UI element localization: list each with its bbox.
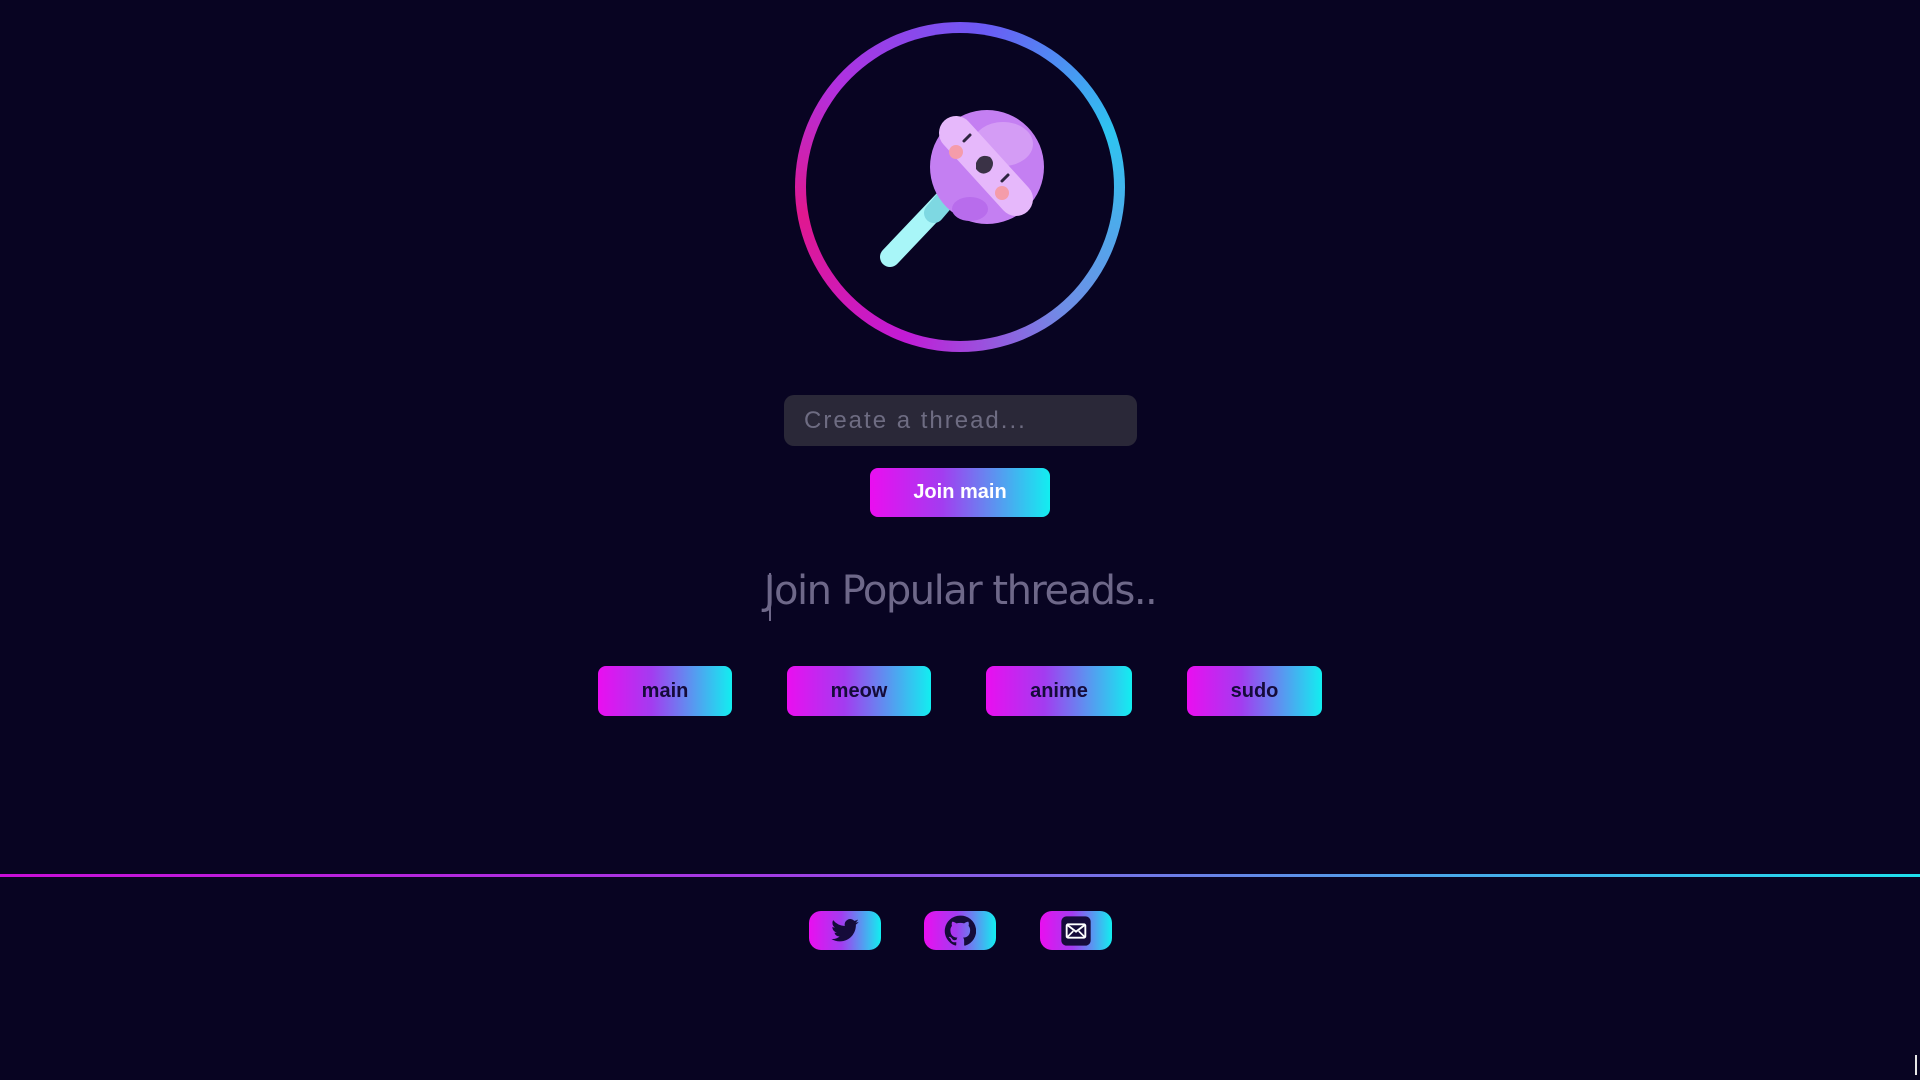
page: Join main Join Popular threads.. main me… [0,0,1920,1080]
github-link[interactable] [924,911,996,950]
join-main-button[interactable]: Join main [870,468,1050,517]
logo [795,22,1125,352]
thread-button-anime[interactable]: anime [986,666,1132,716]
thread-name-input[interactable] [784,395,1137,446]
email-link[interactable] [1040,911,1112,950]
logo-inner [806,33,1114,341]
lollipop-icon [880,110,1044,267]
twitter-link[interactable] [809,911,881,950]
thread-button-sudo[interactable]: sudo [1187,666,1322,716]
footer-divider [0,874,1920,877]
thread-button-meow[interactable]: meow [787,666,931,716]
github-icon [944,915,976,946]
popular-threads-title: Join Popular threads.. [763,568,1158,614]
thread-button-main[interactable]: main [598,666,732,716]
mail-icon [1061,915,1091,946]
corner-cursor-mark [1915,1055,1917,1075]
twitter-icon [831,918,859,941]
text-cursor [769,573,771,621]
